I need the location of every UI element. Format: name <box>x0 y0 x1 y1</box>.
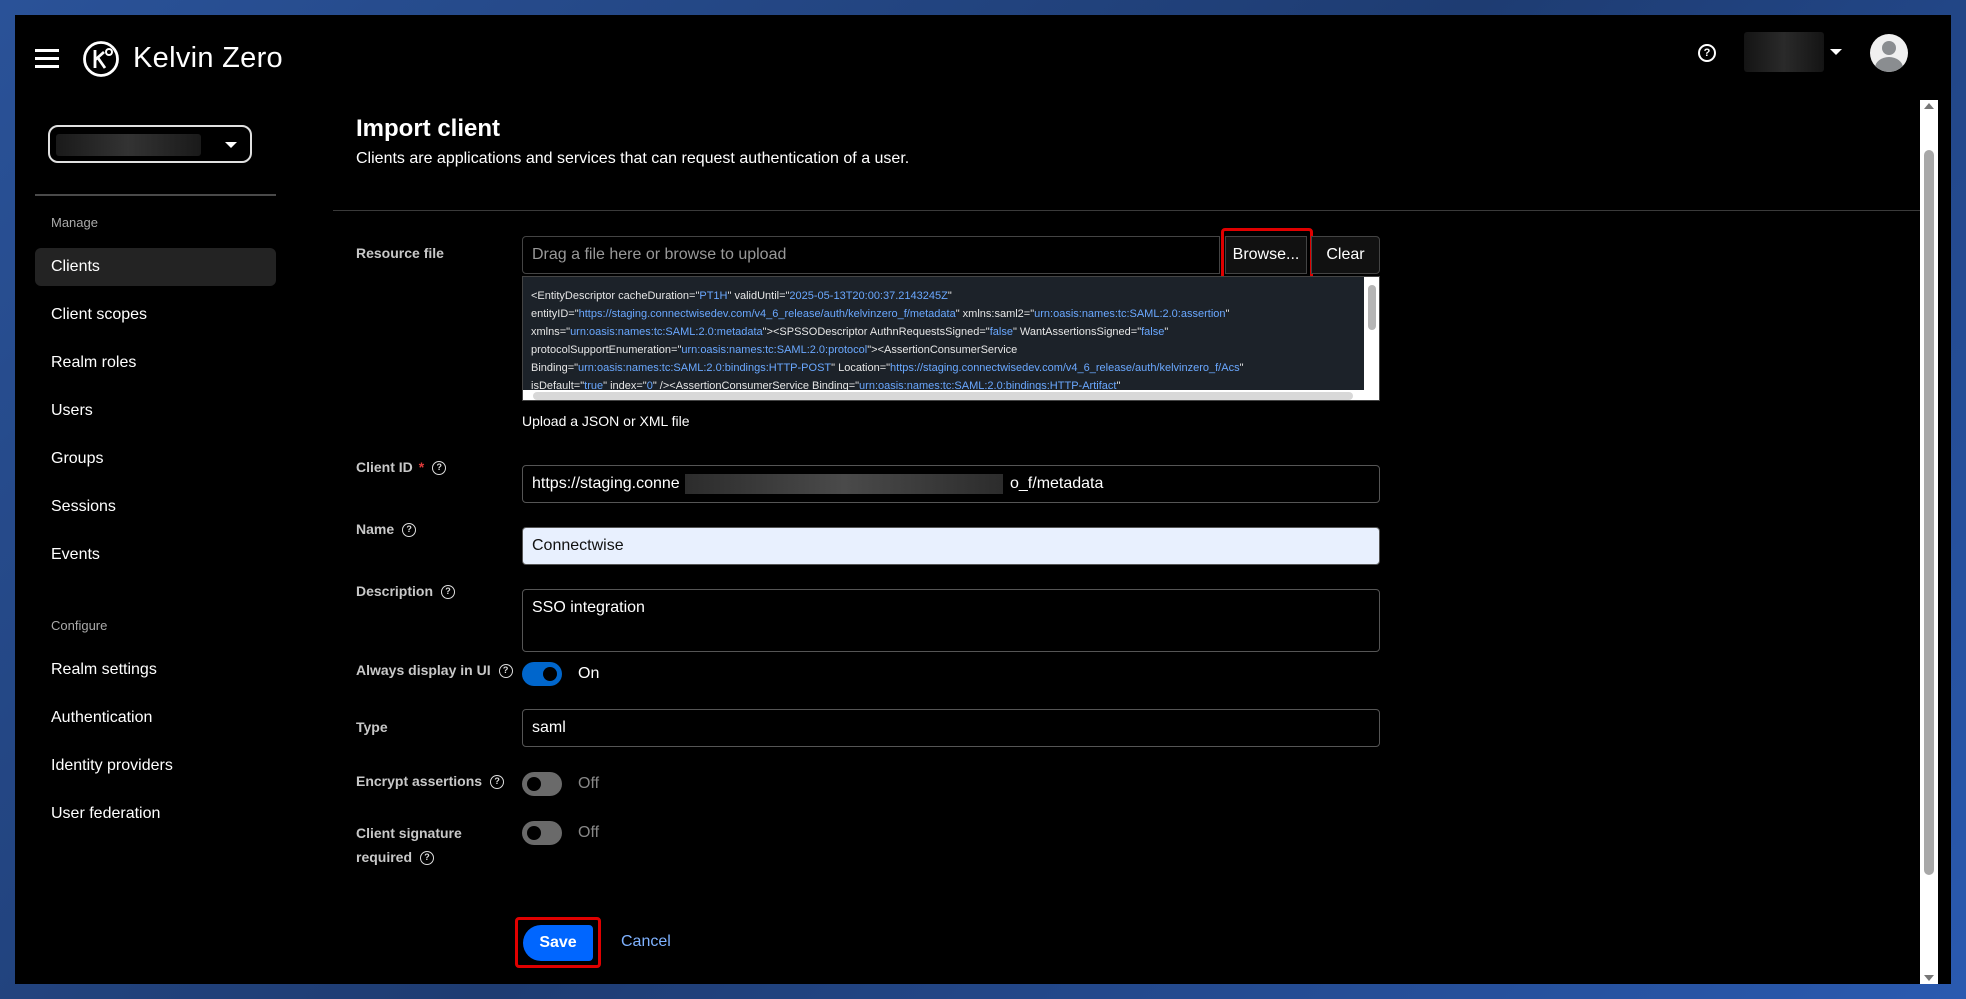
kelvin-zero-logo-icon <box>83 41 119 77</box>
redacted-username <box>1744 32 1824 72</box>
type-label: Type <box>356 719 388 735</box>
client-id-value-end: o_f/metadata <box>1010 475 1104 492</box>
client-signature-label: Client signature required? <box>356 821 462 869</box>
save-button[interactable]: Save <box>523 925 593 961</box>
name-input[interactable]: Connectwise <box>522 527 1380 565</box>
name-label-text: Name <box>356 521 395 537</box>
help-circle-icon[interactable]: ? <box>498 664 513 679</box>
brand-name: Kelvin Zero <box>133 42 283 74</box>
user-menu-dropdown[interactable] <box>1744 32 1844 72</box>
page-subtitle: Clients are applications and services th… <box>356 150 910 167</box>
page-scrollbar[interactable] <box>1920 100 1938 984</box>
required-marker: * <box>418 459 425 475</box>
description-textarea[interactable]: SSO integration <box>522 589 1380 652</box>
chevron-down-icon <box>1830 49 1842 55</box>
help-circle-icon[interactable]: ? <box>402 523 417 538</box>
sidebar-item-users[interactable]: Users <box>35 392 276 430</box>
sidebar-divider <box>35 194 276 196</box>
sidebar-item-client-scopes[interactable]: Client scopes <box>35 296 276 334</box>
encrypt-assertions-toggle[interactable] <box>522 772 562 796</box>
xml-content: <EntityDescriptor cacheDuration="PT1H" v… <box>523 277 1364 390</box>
sidebar-item-identity-providers[interactable]: Identity providers <box>35 747 276 785</box>
xml-line: xmlns="urn:oasis:names:tc:SAML:2.0:metad… <box>531 326 1169 338</box>
app-window: Kelvin Zero ? Manage Clients Client scop… <box>15 15 1951 984</box>
main-divider <box>333 210 1933 211</box>
help-circle-icon[interactable]: ? <box>432 461 447 476</box>
horizontal-scrollbar[interactable] <box>523 390 1365 400</box>
client-id-value-start: https://staging.conne <box>532 475 680 492</box>
description-label-text: Description <box>356 583 434 599</box>
upload-helper-text: Upload a JSON or XML file <box>522 413 690 429</box>
sidebar-item-user-federation[interactable]: User federation <box>35 795 276 833</box>
sidebar-item-authentication[interactable]: Authentication <box>35 699 276 737</box>
sidebar-item-realm-settings[interactable]: Realm settings <box>35 651 276 689</box>
help-circle-icon[interactable]: ? <box>490 775 505 790</box>
file-content-preview[interactable]: <EntityDescriptor cacheDuration="PT1H" v… <box>522 276 1380 401</box>
client-signature-label-line2: required <box>356 849 413 865</box>
description-label: Description? <box>356 583 456 600</box>
xml-line: Binding="urn:oasis:names:tc:SAML:2.0:bin… <box>531 362 1244 374</box>
encrypt-assertions-label: Encrypt assertions? <box>356 773 505 790</box>
xml-line: <EntityDescriptor cacheDuration="PT1H" v… <box>531 290 952 302</box>
redacted-realm-name <box>56 134 201 156</box>
cancel-button[interactable]: Cancel <box>621 933 671 951</box>
always-display-label: Always display in UI? <box>356 662 513 679</box>
scroll-up-arrow-icon[interactable] <box>1924 103 1934 109</box>
hamburger-menu-icon[interactable] <box>35 49 59 71</box>
sidebar-item-groups[interactable]: Groups <box>35 440 276 478</box>
client-signature-state: Off <box>578 824 600 841</box>
xml-line: entityID="https://staging.connectwisedev… <box>531 308 1230 320</box>
help-icon[interactable]: ? <box>1698 44 1716 62</box>
xml-line: isDefault="true" index="0" /><AssertionC… <box>531 380 1121 390</box>
client-id-label-text: Client ID <box>356 459 413 475</box>
sidebar-item-realm-roles[interactable]: Realm roles <box>35 344 276 382</box>
encrypt-assertions-state: Off <box>578 775 600 792</box>
sidebar-item-clients[interactable]: Clients <box>35 248 276 286</box>
client-signature-toggle[interactable] <box>522 821 562 845</box>
help-circle-icon[interactable]: ? <box>441 585 456 600</box>
encrypt-assertions-label-text: Encrypt assertions <box>356 773 483 789</box>
client-id-label: Client ID *? <box>356 459 447 476</box>
clear-button[interactable]: Clear <box>1311 236 1380 274</box>
name-label: Name? <box>356 521 417 538</box>
nav-section-configure: Configure <box>51 618 108 633</box>
page-title: Import client <box>356 115 501 142</box>
help-circle-icon[interactable]: ? <box>420 851 435 866</box>
resource-file-label: Resource file <box>356 245 444 261</box>
client-id-input[interactable]: https://staging.conne o_f/metadata <box>522 465 1380 503</box>
realm-selector[interactable] <box>48 125 252 163</box>
chevron-down-icon <box>225 142 237 148</box>
always-display-toggle[interactable] <box>522 662 562 686</box>
vertical-scrollbar[interactable] <box>1365 277 1379 390</box>
file-upload-input[interactable]: Drag a file here or browse to upload <box>522 236 1220 274</box>
avatar[interactable] <box>1870 34 1908 72</box>
top-header: Kelvin Zero ? <box>15 15 1951 105</box>
xml-line: protocolSupportEnumeration="urn:oasis:na… <box>531 344 1018 356</box>
scroll-down-arrow-icon[interactable] <box>1924 975 1934 981</box>
redacted-client-id <box>685 474 1003 494</box>
always-display-label-text: Always display in UI <box>356 662 491 678</box>
browse-button[interactable]: Browse... <box>1225 236 1307 274</box>
scrollbar-thumb[interactable] <box>1924 150 1934 875</box>
always-display-state: On <box>578 665 600 682</box>
sidebar-item-events[interactable]: Events <box>35 536 276 574</box>
client-signature-label-line1: Client signature <box>356 825 462 841</box>
sidebar-item-sessions[interactable]: Sessions <box>35 488 276 526</box>
type-input[interactable]: saml <box>522 709 1380 747</box>
nav-section-manage: Manage <box>51 215 98 230</box>
